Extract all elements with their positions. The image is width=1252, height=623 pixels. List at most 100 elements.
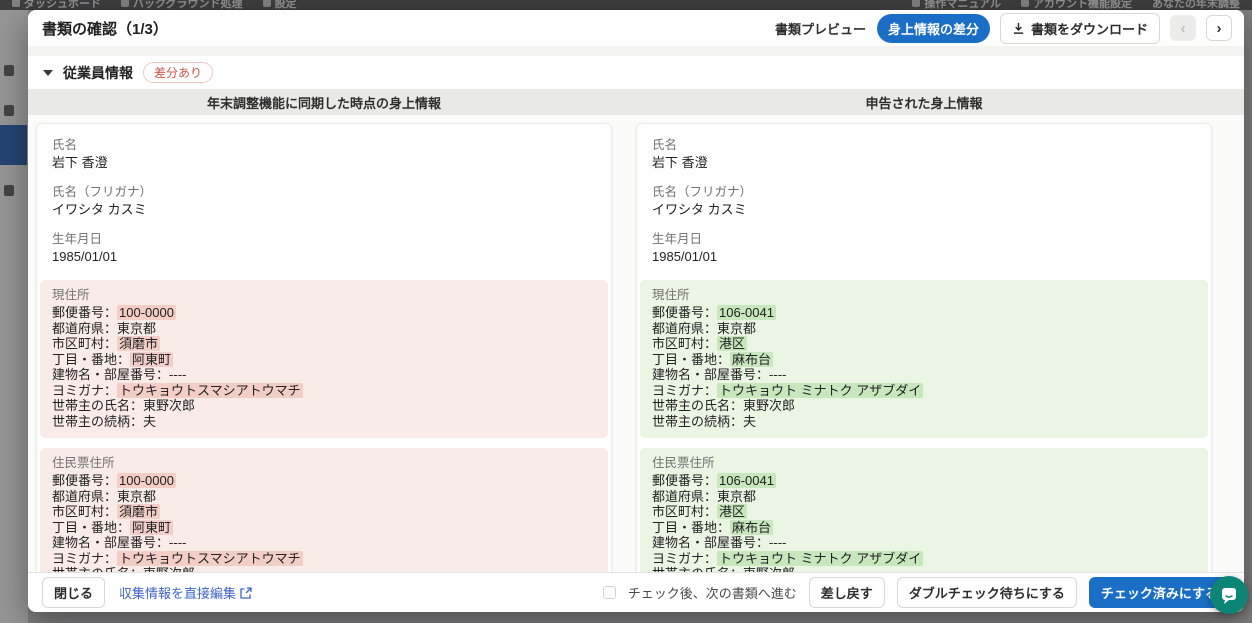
field-row: 都道府県：東京都 xyxy=(52,489,596,505)
field-label: 市区町村 xyxy=(652,504,704,519)
field-group: 生年月日1985/01/01 xyxy=(652,231,1196,266)
field-value: トウキョウトスマシアトウマチ xyxy=(117,551,303,566)
field-row: 都道府県：東京都 xyxy=(652,489,1196,505)
field-group: 氏名岩下 香澄 xyxy=(52,137,596,172)
field-label: 都道府県 xyxy=(652,489,704,504)
field-label: 氏名 xyxy=(652,137,1196,154)
header-controls: 書類プレビュー 身上情報の差分 書類をダウンロード ‹ › xyxy=(764,13,1232,44)
tab-document-preview[interactable]: 書類プレビュー xyxy=(764,14,877,43)
declared-info-card: 氏名岩下 香澄 氏名（フリガナ）イワシタ カスミ 生年月日1985/01/01 … xyxy=(636,123,1212,572)
colon: ： xyxy=(104,473,117,488)
colon: ： xyxy=(130,398,143,413)
close-button[interactable]: 閉じる xyxy=(42,577,105,608)
field-value: 106-0041 xyxy=(717,473,776,488)
colon: ： xyxy=(704,473,717,488)
chat-launcher-button[interactable] xyxy=(1210,576,1248,614)
employee-info-section-header: 従業員情報 差分あり xyxy=(28,56,1244,89)
next-document-button[interactable]: › xyxy=(1206,15,1232,41)
tab-personal-info-diff[interactable]: 身上情報の差分 xyxy=(877,14,990,43)
field-label: 氏名（フリガナ） xyxy=(52,184,596,201)
field-value: イワシタ カスミ xyxy=(52,201,596,219)
colon: ： xyxy=(704,336,717,351)
field-value: 麻布台 xyxy=(730,352,773,367)
field-row: 丁目・番地：阿東町 xyxy=(52,520,596,536)
chevron-left-icon: ‹ xyxy=(1181,20,1186,37)
field-value: 東野次郎 xyxy=(743,398,795,413)
chevron-right-icon: › xyxy=(1217,20,1222,37)
edit-link-label: 収集情報を直接編集 xyxy=(119,583,236,602)
field-row: 丁目・番地：麻布台 xyxy=(652,520,1196,536)
advance-after-check-checkbox[interactable] xyxy=(603,586,616,599)
field-label: 丁目・番地 xyxy=(652,520,717,535)
field-row: 世帯主の続柄：夫 xyxy=(652,414,1196,430)
field-value: 須磨市 xyxy=(117,336,160,351)
field-value: 東京都 xyxy=(717,321,756,336)
header-divider-band xyxy=(28,46,1244,56)
field-label: 丁目・番地 xyxy=(52,520,117,535)
field-label: 市区町村 xyxy=(52,336,104,351)
chat-bubble-icon xyxy=(1219,585,1239,605)
field-value: 夫 xyxy=(743,414,756,429)
field-value: 東野次郎 xyxy=(143,398,195,413)
basic-fields: 氏名岩下 香澄 氏名（フリガナ）イワシタ カスミ 生年月日1985/01/01 xyxy=(640,127,1208,280)
field-row: ヨミガナ：トウキョウト ミナトク アザブダイ xyxy=(652,551,1196,567)
send-back-button[interactable]: 差し戻す xyxy=(809,577,885,608)
field-label: 建物名・部屋番号 xyxy=(652,367,756,382)
colon: ： xyxy=(130,414,143,429)
field-value: トウキョウト ミナトク アザブダイ xyxy=(717,551,923,566)
field-row: 世帯主の続柄：夫 xyxy=(52,414,596,430)
field-label: 市区町村 xyxy=(652,336,704,351)
field-value: 岩下 香澄 xyxy=(652,154,1196,172)
field-row: 市区町村：須磨市 xyxy=(52,336,596,352)
mark-checked-button[interactable]: チェック済みにする xyxy=(1089,577,1230,608)
field-label: 都道府県 xyxy=(52,321,104,336)
field-row: ヨミガナ：トウキョウト ミナトク アザブダイ xyxy=(652,383,1196,399)
field-label: 丁目・番地 xyxy=(652,352,717,367)
modal-header: 書類の確認（1/3） 書類プレビュー 身上情報の差分 書類をダウンロード ‹ › xyxy=(28,10,1244,46)
registered-address-section: 住民票住所 郵便番号：106-0041 都道府県：東京都 市区町村：港区 丁目・… xyxy=(640,448,1208,572)
field-label: 世帯主の氏名 xyxy=(52,398,130,413)
field-row: 郵便番号：106-0041 xyxy=(652,473,1196,489)
field-value: 100-0000 xyxy=(117,305,176,320)
field-row: ヨミガナ：トウキョウトスマシアトウマチ xyxy=(52,551,596,567)
field-row: 世帯主の氏名：東野次郎 xyxy=(52,398,596,414)
field-value: 阿東町 xyxy=(130,520,173,535)
section-title: 従業員情報 xyxy=(63,63,133,83)
field-label: 世帯主の氏名 xyxy=(652,398,730,413)
double-check-wait-button[interactable]: ダブルチェック待ちにする xyxy=(897,577,1077,608)
address-section-title: 現住所 xyxy=(52,287,596,303)
edit-collected-info-link[interactable]: 収集情報を直接編集 xyxy=(119,583,252,602)
field-value: 阿東町 xyxy=(130,352,173,367)
field-label: 郵便番号 xyxy=(652,473,704,488)
field-row: 市区町村：港区 xyxy=(652,336,1196,352)
download-documents-button[interactable]: 書類をダウンロード xyxy=(1000,13,1160,44)
download-icon xyxy=(1012,22,1025,35)
field-value: 夫 xyxy=(143,414,156,429)
field-label: ヨミガナ xyxy=(652,383,704,398)
field-value: 須磨市 xyxy=(117,504,160,519)
current-address-section: 現住所 郵便番号：100-0000 都道府県：東京都 市区町村：須磨市 丁目・番… xyxy=(40,280,608,438)
address-section-title: 現住所 xyxy=(652,287,1196,303)
field-row: 市区町村：須磨市 xyxy=(52,504,596,520)
colon: ： xyxy=(104,489,117,504)
colon: ： xyxy=(704,321,717,336)
field-label: ヨミガナ xyxy=(52,551,104,566)
field-value: 100-0000 xyxy=(117,473,176,488)
field-row: 建物名・部屋番号：---- xyxy=(652,367,1196,383)
footer-actions: チェック後、次の書類へ進む 差し戻す ダブルチェック待ちにする チェック済みにす… xyxy=(603,577,1230,608)
field-row: 都道府県：東京都 xyxy=(52,321,596,337)
colon: ： xyxy=(756,367,769,382)
field-row: 建物名・部屋番号：---- xyxy=(652,535,1196,551)
collapse-caret-icon[interactable] xyxy=(43,70,53,76)
colon: ： xyxy=(156,367,169,382)
field-value: 港区 xyxy=(717,504,747,519)
field-value: ---- xyxy=(769,367,786,382)
field-label: 郵便番号 xyxy=(52,305,104,320)
document-check-modal: 書類の確認（1/3） 書類プレビュー 身上情報の差分 書類をダウンロード ‹ ›… xyxy=(28,10,1244,612)
modal-footer: 閉じる 収集情報を直接編集 チェック後、次の書類へ進む 差し戻す ダブルチェック… xyxy=(28,572,1244,612)
colon: ： xyxy=(104,551,117,566)
colon: ： xyxy=(704,383,717,398)
colon: ： xyxy=(156,535,169,550)
prev-document-button[interactable]: ‹ xyxy=(1170,15,1196,41)
colon: ： xyxy=(104,305,117,320)
